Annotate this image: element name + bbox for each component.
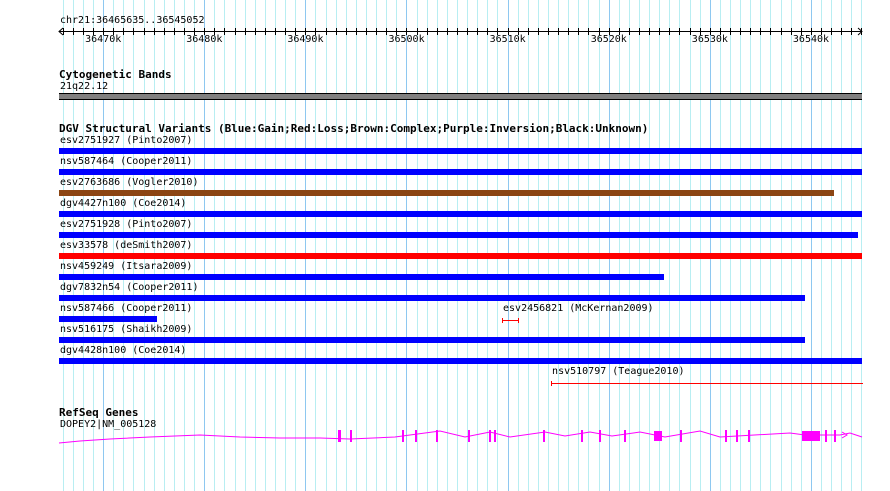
ruler-tick-label: 36520k: [590, 34, 627, 45]
variant-label[interactable]: dgv4427n100 (Coe2014): [60, 198, 186, 209]
ruler-tick-label: 36470k: [85, 34, 122, 45]
variant-bar-gain[interactable]: [59, 295, 806, 301]
variant-label[interactable]: esv2763686 (Vogler2010): [60, 177, 198, 188]
gene-model-DOPEY2[interactable]: [0, 425, 890, 450]
location-label: chr21:36465635..36545052: [60, 15, 205, 26]
gene-exon: [599, 430, 601, 442]
ruler-tick-label: 36510k: [489, 34, 526, 45]
gene-exon: [436, 430, 438, 442]
variant-label[interactable]: esv2456821 (McKernan2009): [503, 303, 654, 314]
gene-exon: [748, 430, 750, 442]
gene-exon: [680, 430, 682, 442]
gene-exon: [834, 430, 836, 442]
gene-exon: [725, 430, 727, 442]
gene-exon: [543, 430, 545, 442]
variant-bar-gain[interactable]: [59, 337, 806, 343]
variant-label[interactable]: dgv7832n54 (Cooper2011): [60, 282, 198, 293]
gene-exon: [489, 430, 491, 442]
strand-arrow-icon: [841, 431, 848, 439]
variant-label[interactable]: esv33578 (deSmith2007): [60, 240, 192, 251]
variant-label[interactable]: nsv459249 (Itsara2009): [60, 261, 192, 272]
variant-label[interactable]: nsv516175 (Shaikh2009): [60, 324, 192, 335]
variant-bar-gain[interactable]: [59, 169, 862, 175]
gene-exon: [350, 430, 352, 442]
variant-label[interactable]: nsv587466 (Cooper2011): [60, 303, 192, 314]
variant-bar-gain[interactable]: [59, 148, 862, 154]
variant-label[interactable]: dgv4428n100 (Coe2014): [60, 345, 186, 356]
cytoband-track-title[interactable]: Cytogenetic Bands: [59, 68, 172, 81]
variant-bar-gain[interactable]: [59, 232, 859, 238]
gene-exon: [624, 430, 626, 442]
variant-bar-gain[interactable]: [59, 358, 862, 364]
gene-exon: [415, 430, 417, 442]
ruler-tick-label: 36530k: [691, 34, 728, 45]
gene-exon: [802, 431, 820, 441]
variant-bar-gain[interactable]: [59, 316, 158, 322]
variant-label[interactable]: esv2751928 (Pinto2007): [60, 219, 192, 230]
gene-exon: [494, 430, 496, 442]
genome-browser: chr21:36465635..36545052 36470k 36480k 364…: [0, 0, 890, 491]
variant-bar-gain[interactable]: [59, 274, 665, 280]
ruler-tick-label: 36480k: [186, 34, 223, 45]
ruler-tick-label: 36500k: [388, 34, 425, 45]
variant-label[interactable]: esv2751927 (Pinto2007): [60, 135, 192, 146]
variant-bar-loss[interactable]: [502, 318, 520, 323]
ruler-tick-label: 36540k: [792, 34, 830, 45]
gene-exon: [402, 430, 404, 442]
refseq-track-title[interactable]: RefSeq Genes: [59, 406, 138, 419]
dgv-track-title[interactable]: DGV Structural Variants (Blue:Gain;Red:L…: [59, 122, 648, 135]
cytoband-bar[interactable]: [59, 93, 862, 100]
gene-intron-line: [58, 430, 863, 444]
gene-exon: [825, 430, 827, 442]
gene-exon: [338, 430, 341, 442]
variant-bar-complex[interactable]: [59, 190, 835, 196]
variant-label[interactable]: nsv587464 (Cooper2011): [60, 156, 192, 167]
cytoband-label: 21q22.12: [60, 81, 109, 92]
gene-exon: [581, 430, 583, 442]
gene-exon: [468, 430, 470, 442]
ruler-tick-label: 36490k: [287, 34, 324, 45]
variant-bar-loss[interactable]: [551, 381, 863, 386]
gene-exon: [654, 431, 662, 441]
variant-bar-loss[interactable]: [59, 253, 862, 259]
variant-bar-gain[interactable]: [59, 211, 862, 217]
gene-exon: [736, 430, 738, 442]
variant-label[interactable]: nsv510797 (Teague2010): [552, 366, 684, 377]
